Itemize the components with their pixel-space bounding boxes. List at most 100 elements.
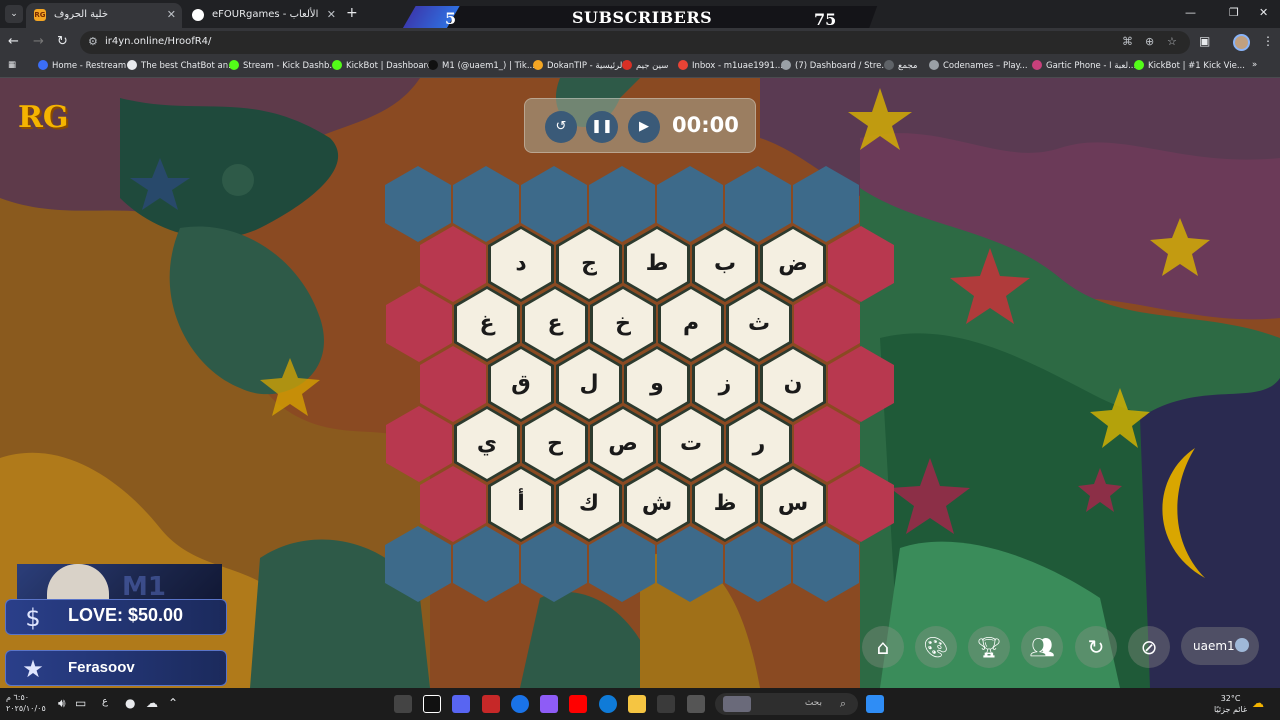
letter-hex-label: ي [457,409,517,479]
forward-icon[interactable]: → [33,34,44,49]
address-bar[interactable]: ⚙ ir4yn.online/HroofR4/ ⌘ ⊕ ☆ [80,31,1190,54]
app-icon-2[interactable] [423,695,441,713]
letter-hex-label: ج [559,229,619,299]
donation-row: $ LOVE: $50.00 [5,599,227,635]
bookmark-label: (7) Dashboard / Stre... [795,61,890,71]
more-bookmarks-icon[interactable]: » [1252,60,1257,70]
apps-grid-icon[interactable]: ▦ [8,60,16,70]
bookmark-favicon-icon [332,60,342,70]
bookmark-label: Inbox - m1uae1991... [692,61,783,71]
home-icon[interactable]: ⌂ [862,626,904,668]
bookmark-favicon-icon [533,60,543,70]
translate-icon[interactable]: ⌘ [1122,35,1133,48]
letter-hex-label: ت [661,409,721,479]
letter-hex-label: غ [457,289,517,359]
user-chip[interactable]: uaem1 [1181,627,1259,665]
pause-icon[interactable]: ❚❚ [586,111,618,143]
refresh-icon[interactable]: ↻ [1075,626,1117,668]
close-window-icon[interactable]: ✕ [1259,6,1268,19]
close-tab-icon[interactable]: ✕ [327,8,336,21]
tab-active[interactable]: RG خلية الحروف ✕ [26,3,182,28]
weather-widget[interactable]: 32°C غائم جزئيًا [1214,693,1247,715]
bookmark-item[interactable]: Inbox - m1uae1991... [678,60,783,71]
cloud-icon[interactable]: ☁ [146,696,158,710]
play-icon[interactable]: ▶ [628,111,660,143]
profile-avatar[interactable] [1233,34,1250,51]
search-highlight-image [723,696,751,712]
bookmark-item[interactable]: KickBot | Dashboard [332,60,432,71]
taskbar: ٦:٥٠ م ٢٠٢٥/١٠/٠٥ 🔊︎ ▭ ع ● ☁ ⌃ بحث ⌕ 32°… [0,688,1280,720]
bookmark-star-icon[interactable]: ☆ [1167,35,1177,48]
tray-expand-icon[interactable]: ⌃ [168,696,178,710]
edge-icon[interactable] [599,695,617,713]
palette-icon[interactable]: 🎨︎ [915,626,957,668]
app-icon-1[interactable] [394,695,412,713]
minimize-icon[interactable]: — [1185,6,1196,19]
letter-hex-label: ظ [695,469,755,539]
display-icon[interactable]: ▭ [75,696,86,710]
bookmark-item[interactable]: Gartic Phone - لعبة ا... [1032,60,1136,71]
store-icon[interactable] [657,695,675,713]
copilot-icon[interactable] [540,695,558,713]
bookmark-item[interactable]: The best ChatBot an... [127,60,236,71]
browser-toolbar: ← → ↻ ⚙ ir4yn.online/HroofR4/ ⌘ ⊕ ☆ ▣ ⋮ [0,28,1280,56]
hide-icon[interactable]: ⊘ [1128,626,1170,668]
letter-hex-label: ص [593,409,653,479]
zoom-icon[interactable]: ⊕ [1145,35,1154,48]
bookmark-label: مجمع [898,61,918,71]
subscriber-bar: 5 SUBSCRIBERS 75 [402,6,878,29]
discord-icon[interactable] [452,695,470,713]
tab-search-icon[interactable]: ⌄ [5,5,23,23]
timer-panel: ↺ ❚❚ ▶ 00:00 [524,98,756,153]
back-icon[interactable]: ← [8,34,19,49]
bookmark-label: KickBot | Dashboard [346,61,433,71]
trophy-icon[interactable]: 🏆︎ [968,626,1010,668]
bookmark-item[interactable]: M1 (@uaem1_) | Tik... [428,60,535,71]
menu-icon[interactable]: ⋮ [1262,34,1274,48]
language-indicator[interactable]: ع [102,696,108,707]
extensions-icon[interactable]: ▣ [1199,34,1210,48]
letter-hex-label: ز [695,349,755,419]
letter-hex-label: ك [559,469,619,539]
volume-icon[interactable]: 🔊︎ [58,696,66,711]
clock[interactable]: ٦:٥٠ م ٢٠٢٥/١٠/٠٥ [6,692,46,714]
url-text[interactable]: ir4yn.online/HroofR4/ [105,36,211,47]
bookmark-item[interactable]: DokanTIP - الرئيسية [533,60,625,71]
close-tab-icon[interactable]: ✕ [167,8,176,21]
app-icon-4[interactable] [482,695,500,713]
clock-date: ٢٠٢٥/١٠/٠٥ [6,704,46,713]
bookmark-label: M1 (@uaem1_) | Tik... [442,61,535,71]
bookmark-item[interactable]: Home - Restream [38,60,126,71]
letter-hex-label: ش [627,469,687,539]
bookmark-item[interactable]: Stream - Kick Dashb... [229,60,338,71]
tab-efourgames[interactable]: eFOURgames - الألعاب ✕ [184,3,342,28]
rg-favicon-icon: RG [34,9,46,21]
users-icon[interactable]: 👥︎ [1021,626,1063,668]
letter-hex-label: د [491,229,551,299]
bookmark-item[interactable]: (7) Dashboard / Stre... [781,60,890,71]
reload-icon[interactable]: ↻ [57,34,68,49]
letter-hex-label: ب [695,229,755,299]
banner-graphic: M1 [122,572,166,602]
weather-icon: ☁ [1252,696,1264,710]
bookmark-item[interactable]: مجمع [884,60,917,71]
mic-icon[interactable]: ● [125,696,135,710]
task-view-icon[interactable] [687,695,705,713]
start-icon[interactable] [866,695,884,713]
bookmark-item[interactable]: Codenames – Play... [929,60,1028,71]
search-icon: ⌕ [839,697,846,710]
file-explorer-icon[interactable] [628,695,646,713]
reset-icon[interactable]: ↺ [545,111,577,143]
rg-logo[interactable]: RG [18,100,69,144]
bookmark-favicon-icon [229,60,239,70]
site-info-icon[interactable]: ⚙ [88,35,98,48]
taskbar-search[interactable]: بحث ⌕ [715,693,858,715]
bookmark-label: Gartic Phone - لعبة ا... [1046,61,1137,71]
bookmark-item[interactable]: سين جيم [622,60,668,71]
youtube-icon[interactable] [569,695,587,713]
bookmark-favicon-icon [678,60,688,70]
bookmark-item[interactable]: KickBot | #1 Kick Vie... [1134,60,1245,71]
new-tab-icon[interactable]: + [346,5,358,21]
maximize-icon[interactable]: ❐ [1229,6,1239,19]
chrome-icon[interactable] [511,695,529,713]
